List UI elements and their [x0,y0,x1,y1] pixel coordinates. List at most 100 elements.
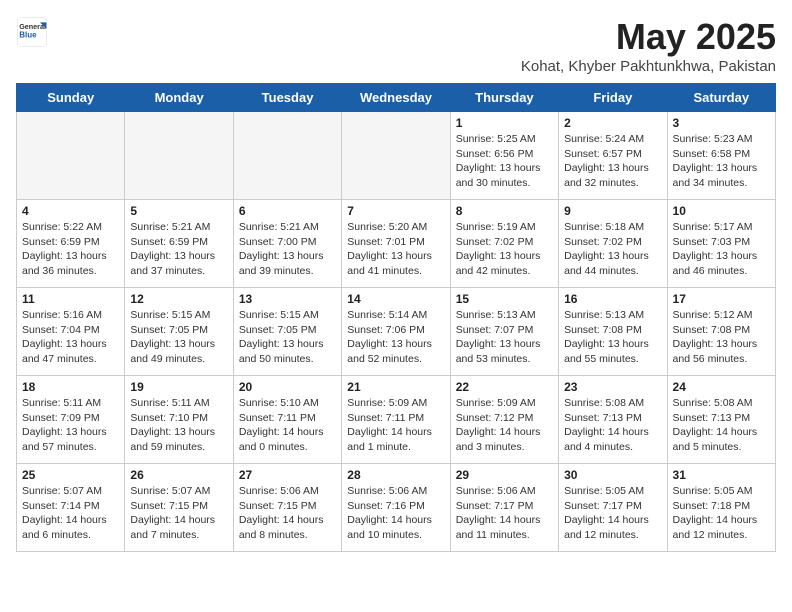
day-number: 29 [456,468,553,482]
month-title: May 2025 [521,16,776,58]
day-number: 25 [22,468,119,482]
calendar-cell: 7 Sunrise: 5:20 AM Sunset: 7:01 PM Daylig… [342,200,450,288]
day-info: Sunrise: 5:12 AM Sunset: 7:08 PM Dayligh… [673,308,770,367]
day-number: 7 [347,204,444,218]
day-number: 18 [22,380,119,394]
day-number: 5 [130,204,227,218]
calendar-cell [342,112,450,200]
day-info: Sunrise: 5:21 AM Sunset: 7:00 PM Dayligh… [239,220,336,279]
day-info: Sunrise: 5:08 AM Sunset: 7:13 PM Dayligh… [564,396,661,455]
day-info: Sunrise: 5:07 AM Sunset: 7:14 PM Dayligh… [22,484,119,543]
day-number: 22 [456,380,553,394]
calendar-cell: 22 Sunrise: 5:09 AM Sunset: 7:12 PM Dayli… [450,376,558,464]
day-info: Sunrise: 5:24 AM Sunset: 6:57 PM Dayligh… [564,132,661,191]
logo: General Blue [16,16,48,48]
day-number: 6 [239,204,336,218]
day-info: Sunrise: 5:13 AM Sunset: 7:08 PM Dayligh… [564,308,661,367]
calendar-cell: 21Sunrise: 5:09 AM Sunset: 7:11 PM Dayli… [342,376,450,464]
calendar-cell: 14 Sunrise: 5:14 AM Sunset: 7:06 PM Dayli… [342,288,450,376]
calendar-cell: 20 Sunrise: 5:10 AM Sunset: 7:11 PM Dayli… [233,376,341,464]
day-header-wednesday: Wednesday [342,84,450,112]
day-number: 27 [239,468,336,482]
day-info: Sunrise: 5:10 AM Sunset: 7:11 PM Dayligh… [239,396,336,455]
day-number: 17 [673,292,770,306]
calendar-cell: 30 Sunrise: 5:05 AM Sunset: 7:17 PM Dayli… [559,464,667,552]
day-info: Sunrise: 5:06 AM Sunset: 7:16 PM Dayligh… [347,484,444,543]
calendar-cell: 15 Sunrise: 5:13 AM Sunset: 7:07 PM Dayli… [450,288,558,376]
calendar-cell: 27 Sunrise: 5:06 AM Sunset: 7:15 PM Dayli… [233,464,341,552]
calendar-table: SundayMondayTuesdayWednesdayThursdayFrid… [16,83,776,552]
calendar-cell [17,112,125,200]
day-info: Sunrise: 5:21 AM Sunset: 6:59 PM Dayligh… [130,220,227,279]
calendar-header-row: SundayMondayTuesdayWednesdayThursdayFrid… [17,84,776,112]
day-info: Sunrise: 5:16 AM Sunset: 7:04 PM Dayligh… [22,308,119,367]
calendar-cell: 29Sunrise: 5:06 AM Sunset: 7:17 PM Dayli… [450,464,558,552]
day-info: Sunrise: 5:15 AM Sunset: 7:05 PM Dayligh… [130,308,227,367]
day-number: 10 [673,204,770,218]
calendar-cell: 18 Sunrise: 5:11 AM Sunset: 7:09 PM Dayli… [17,376,125,464]
day-number: 26 [130,468,227,482]
day-info: Sunrise: 5:23 AM Sunset: 6:58 PM Dayligh… [673,132,770,191]
week-row-2: 4Sunrise: 5:22 AM Sunset: 6:59 PM Daylig… [17,200,776,288]
day-number: 21 [347,380,444,394]
day-info: Sunrise: 5:09 AM Sunset: 7:12 PM Dayligh… [456,396,553,455]
day-header-monday: Monday [125,84,233,112]
calendar-cell: 4Sunrise: 5:22 AM Sunset: 6:59 PM Daylig… [17,200,125,288]
day-info: Sunrise: 5:22 AM Sunset: 6:59 PM Dayligh… [22,220,119,279]
calendar-cell: 31 Sunrise: 5:05 AM Sunset: 7:18 PM Dayli… [667,464,775,552]
day-info: Sunrise: 5:14 AM Sunset: 7:06 PM Dayligh… [347,308,444,367]
day-info: Sunrise: 5:05 AM Sunset: 7:18 PM Dayligh… [673,484,770,543]
day-number: 20 [239,380,336,394]
day-info: Sunrise: 5:11 AM Sunset: 7:09 PM Dayligh… [22,396,119,455]
day-number: 14 [347,292,444,306]
day-number: 11 [22,292,119,306]
day-number: 23 [564,380,661,394]
calendar-cell: 26 Sunrise: 5:07 AM Sunset: 7:15 PM Dayli… [125,464,233,552]
day-number: 3 [673,116,770,130]
calendar-cell: 2 Sunrise: 5:24 AM Sunset: 6:57 PM Daylig… [559,112,667,200]
calendar-cell: 19 Sunrise: 5:11 AM Sunset: 7:10 PM Dayli… [125,376,233,464]
calendar-cell: 1Sunrise: 5:25 AM Sunset: 6:56 PM Daylig… [450,112,558,200]
day-number: 19 [130,380,227,394]
calendar-cell: 9Sunrise: 5:18 AM Sunset: 7:02 PM Daylig… [559,200,667,288]
day-info: Sunrise: 5:05 AM Sunset: 7:17 PM Dayligh… [564,484,661,543]
calendar-cell: 3 Sunrise: 5:23 AM Sunset: 6:58 PM Daylig… [667,112,775,200]
day-header-tuesday: Tuesday [233,84,341,112]
day-header-saturday: Saturday [667,84,775,112]
day-number: 2 [564,116,661,130]
calendar-cell [233,112,341,200]
calendar-cell: 13 Sunrise: 5:15 AM Sunset: 7:05 PM Dayli… [233,288,341,376]
page-header: General Blue May 2025 Kohat, Khyber Pakh… [16,16,776,75]
day-number: 28 [347,468,444,482]
week-row-3: 11 Sunrise: 5:16 AM Sunset: 7:04 PM Dayli… [17,288,776,376]
day-info: Sunrise: 5:13 AM Sunset: 7:07 PM Dayligh… [456,308,553,367]
day-header-sunday: Sunday [17,84,125,112]
calendar-cell: 8Sunrise: 5:19 AM Sunset: 7:02 PM Daylig… [450,200,558,288]
svg-text:Blue: Blue [19,31,37,40]
day-number: 9 [564,204,661,218]
calendar-cell: 28 Sunrise: 5:06 AM Sunset: 7:16 PM Dayli… [342,464,450,552]
location-title: Kohat, Khyber Pakhtunkhwa, Pakistan [521,58,776,75]
week-row-1: 1Sunrise: 5:25 AM Sunset: 6:56 PM Daylig… [17,112,776,200]
day-number: 24 [673,380,770,394]
day-number: 31 [673,468,770,482]
day-info: Sunrise: 5:15 AM Sunset: 7:05 PM Dayligh… [239,308,336,367]
calendar-cell: 6 Sunrise: 5:21 AM Sunset: 7:00 PM Daylig… [233,200,341,288]
calendar-cell: 12Sunrise: 5:15 AM Sunset: 7:05 PM Dayli… [125,288,233,376]
day-number: 30 [564,468,661,482]
day-info: Sunrise: 5:11 AM Sunset: 7:10 PM Dayligh… [130,396,227,455]
day-info: Sunrise: 5:07 AM Sunset: 7:15 PM Dayligh… [130,484,227,543]
day-info: Sunrise: 5:06 AM Sunset: 7:15 PM Dayligh… [239,484,336,543]
week-row-4: 18 Sunrise: 5:11 AM Sunset: 7:09 PM Dayli… [17,376,776,464]
title-block: May 2025 Kohat, Khyber Pakhtunkhwa, Paki… [521,16,776,75]
day-header-thursday: Thursday [450,84,558,112]
calendar-cell: 11 Sunrise: 5:16 AM Sunset: 7:04 PM Dayli… [17,288,125,376]
day-number: 8 [456,204,553,218]
calendar-cell: 10 Sunrise: 5:17 AM Sunset: 7:03 PM Dayli… [667,200,775,288]
day-number: 13 [239,292,336,306]
day-header-friday: Friday [559,84,667,112]
day-number: 15 [456,292,553,306]
day-info: Sunrise: 5:08 AM Sunset: 7:13 PM Dayligh… [673,396,770,455]
day-info: Sunrise: 5:17 AM Sunset: 7:03 PM Dayligh… [673,220,770,279]
day-info: Sunrise: 5:20 AM Sunset: 7:01 PM Dayligh… [347,220,444,279]
